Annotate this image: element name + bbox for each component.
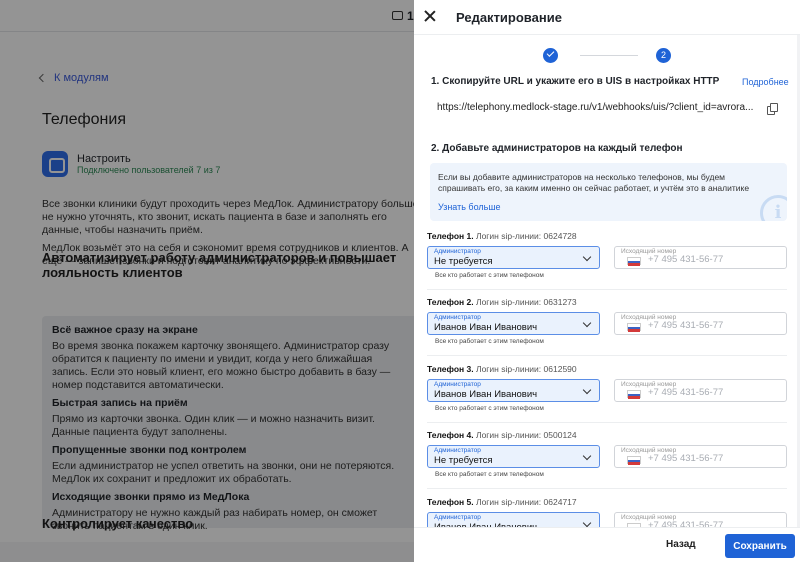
divider — [427, 355, 787, 356]
flag-ru-icon — [627, 390, 641, 399]
number-placeholder: +7 495 431-56-77 — [648, 320, 724, 331]
info-text: Если вы добавите администраторов на неск… — [438, 172, 750, 193]
step-connector — [580, 55, 638, 56]
admin-hint: Все кто работает с этим телефоном — [435, 405, 544, 412]
chevron-down-icon — [582, 252, 592, 262]
flag-ru-icon — [627, 257, 641, 266]
drawer-footer: Назад Сохранить — [414, 527, 800, 562]
admin-hint: Все кто работает с этим телефоном — [435, 272, 544, 279]
phone-row: Телефон 3. Логин sip-линии: 0612590 Адми… — [427, 364, 787, 428]
admin-field-label: Администратор — [434, 447, 481, 454]
drawer-header: Редактирование — [414, 0, 800, 35]
admin-select[interactable]: Администратор Иванов Иван Иванович — [427, 312, 600, 335]
admin-hint: Все кто работает с этим телефоном — [435, 471, 544, 478]
admin-field-label: Администратор — [434, 381, 481, 388]
phone-row: Телефон 4. Логин sip-линии: 0500124 Адми… — [427, 430, 787, 494]
copy-icon[interactable] — [767, 103, 778, 115]
chevron-down-icon — [582, 318, 592, 328]
admin-value: Не требуется — [434, 256, 493, 267]
flag-ru-icon — [627, 456, 641, 465]
learn-more-link[interactable]: Узнать больше — [438, 202, 501, 212]
info-icon: i — [760, 195, 787, 221]
admin-value: Иванов Иван Иванович — [434, 322, 538, 333]
step-1-check-icon — [543, 48, 558, 63]
step1-title: 1. Скопируйте URL и укажите его в UIS в … — [431, 76, 720, 87]
webhook-url-field[interactable]: https://telephony.medlock-stage.ru/v1/we… — [431, 95, 788, 123]
phone-label: Телефон 5. Логин sip-линии: 0624717 — [427, 497, 577, 507]
admin-value: Не требуется — [434, 455, 493, 466]
phone-label: Телефон 2. Логин sip-линии: 0631273 — [427, 297, 577, 307]
number-placeholder: +7 495 431-56-77 — [648, 387, 724, 398]
divider — [427, 488, 787, 489]
flag-ru-icon — [627, 323, 641, 332]
admin-hint: Все кто работает с этим телефоном — [435, 338, 544, 345]
info-box: Если вы добавите администраторов на неск… — [430, 163, 787, 221]
edit-drawer: Редактирование 2 1. Скопируйте URL и ука… — [414, 0, 800, 562]
admin-field-label: Администратор — [434, 514, 481, 521]
admin-field-label: Администратор — [434, 248, 481, 255]
outgoing-number-input[interactable]: Исходящий номер +7 495 431-56-77 — [614, 312, 787, 335]
chevron-down-icon — [582, 385, 592, 395]
drawer-title: Редактирование — [456, 10, 562, 25]
save-button[interactable]: Сохранить — [725, 534, 795, 558]
divider — [427, 289, 787, 290]
phone-label: Телефон 3. Логин sip-линии: 0612590 — [427, 364, 577, 374]
phone-label: Телефон 1. Логин sip-линии: 0624728 — [427, 231, 577, 241]
outgoing-number-input[interactable]: Исходящий номер +7 495 431-56-77 — [614, 445, 787, 468]
admin-select[interactable]: Администратор Не требуется — [427, 246, 600, 269]
phone-row: Телефон 2. Логин sip-линии: 0631273 Адми… — [427, 297, 787, 361]
chevron-down-icon — [582, 518, 592, 528]
outgoing-number-input[interactable]: Исходящий номер +7 495 431-56-77 — [614, 246, 787, 269]
divider — [427, 422, 787, 423]
phone-label: Телефон 4. Логин sip-линии: 0500124 — [427, 430, 577, 440]
chevron-down-icon — [582, 451, 592, 461]
step-2-indicator: 2 — [656, 48, 671, 63]
stepper: 2 — [543, 48, 671, 64]
number-placeholder: +7 495 431-56-77 — [648, 254, 724, 265]
phone-row: Телефон 1. Логин sip-линии: 0624728 Адми… — [427, 231, 787, 295]
admin-field-label: Администратор — [434, 314, 481, 321]
admin-value: Иванов Иван Иванович — [434, 389, 538, 400]
admin-select[interactable]: Администратор Не требуется — [427, 445, 600, 468]
admin-select[interactable]: Администратор Иванов Иван Иванович — [427, 379, 600, 402]
step2-title: 2. Добавьте администраторов на каждый те… — [431, 143, 683, 154]
more-link[interactable]: Подробнее — [742, 77, 789, 87]
outgoing-number-input[interactable]: Исходящий номер +7 495 431-56-77 — [614, 379, 787, 402]
webhook-url: https://telephony.medlock-stage.ru/v1/we… — [437, 102, 754, 113]
number-placeholder: +7 495 431-56-77 — [648, 453, 724, 464]
back-button[interactable]: Назад — [666, 539, 696, 550]
close-icon[interactable] — [423, 9, 437, 23]
